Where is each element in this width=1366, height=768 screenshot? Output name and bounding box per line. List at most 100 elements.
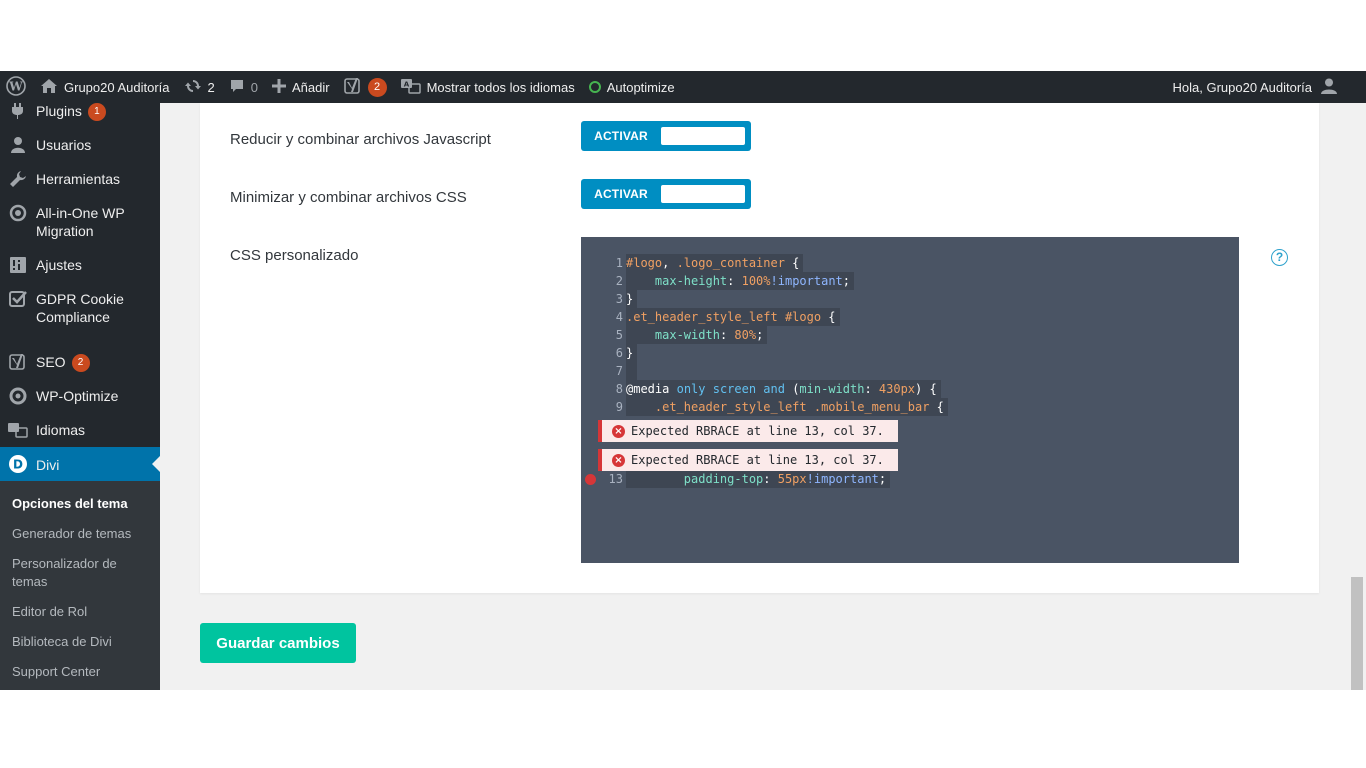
line-number: 3 [615,292,623,306]
menu-item-languages[interactable]: Idiomas [0,420,160,440]
user-avatar-icon [1320,77,1338,98]
users-icon [8,135,28,155]
autoptimize-label: Autoptimize [606,79,675,95]
plugins-count-badge: 1 [87,103,106,122]
languages-label: Mostrar todos los idiomas [426,79,575,95]
menu-label-settings: Ajustes [36,257,82,273]
submenu-theme-options[interactable]: Opciones del tema [0,489,160,519]
checkmark-icon [8,289,28,309]
divi-icon: D [8,454,28,474]
line-number: 8 [615,382,623,396]
settings-icon [8,255,28,275]
js-minify-toggle[interactable]: ACTIVAR [581,121,751,151]
lint-error-tooltip: × Expected RBRACE at line 13, col 37. [598,420,898,442]
error-icon: × [612,424,625,438]
css-toggle-knob [661,185,745,203]
wrench-icon [8,169,28,189]
menu-item-migration[interactable]: All-in-One WP Migration [0,203,160,240]
yoast-count-badge: 2 [367,77,387,97]
menu-label-users: Usuarios [36,137,92,153]
menu-label-gdpr: GDPR Cookie Compliance [36,291,124,325]
scrollbar-thumb[interactable] [1351,577,1363,690]
menu-item-wp-optimize[interactable]: WP-Optimize [0,386,160,406]
submenu-role-editor[interactable]: Editor de Rol [0,597,160,627]
custom-css-editor[interactable]: 1 #logo, .logo_container { 2 max-height: … [581,237,1239,563]
help-icon[interactable]: ? [1271,249,1288,266]
submenu-theme-builder[interactable]: Generador de temas [0,519,160,549]
yoast-link[interactable]: 2 [337,71,394,103]
seo-count-badge: 2 [71,354,90,373]
translate-icon: A [400,78,421,97]
line-number: 4 [615,310,623,324]
menu-item-gdpr[interactable]: GDPR Cookie Compliance [0,289,160,326]
menu-item-divi[interactable]: D Divi [0,447,160,481]
wordpress-icon: W [6,75,26,99]
translate-icon [8,420,28,440]
plugin-icon [8,101,28,121]
page-scrollbar[interactable] [1349,103,1366,690]
add-new-label: Añadir [292,79,330,95]
save-changes-button[interactable]: Guardar cambios [200,623,356,663]
wp-optimize-icon [8,386,28,406]
menu-item-plugins[interactable]: Plugins 1 [0,101,160,122]
admin-sidebar: Plugins 1 Usuarios Herramientas All-in-On… [0,103,160,690]
current-menu-arrow [152,456,160,472]
menu-label-divi: Divi [36,456,60,473]
custom-css-label: CSS personalizado [230,247,359,264]
updates-count: 2 [207,79,215,95]
js-minify-label: Reducir y combinar archivos Javascript [230,131,491,148]
js-toggle-label: ACTIVAR [594,129,648,143]
css-minify-toggle[interactable]: ACTIVAR [581,179,751,209]
menu-item-tools[interactable]: Herramientas [0,169,160,189]
greeting: Hola, Grupo20 Auditoría [1172,79,1312,95]
comments-count: 0 [250,79,258,95]
svg-text:D: D [13,458,23,472]
error-icon: × [612,453,625,467]
updates-icon [184,77,202,98]
add-new-link[interactable]: Añadir [265,71,337,103]
line-number: 2 [615,274,623,288]
css-toggle-label: ACTIVAR [594,187,648,201]
line-number: 7 [615,364,623,378]
wordpress-logo-menu[interactable]: W [0,71,33,103]
line-number: 6 [615,346,623,360]
submenu-theme-customizer[interactable]: Personalizador de temas [0,549,130,597]
line-number: 13 [608,472,623,486]
autoptimize-link[interactable]: Autoptimize [582,71,682,103]
menu-label-languages: Idiomas [36,422,86,438]
plus-icon [272,78,286,96]
gutter-error-marker[interactable] [585,474,596,485]
yoast-icon [343,76,362,99]
svg-text:W: W [8,79,23,93]
divi-submenu: Opciones del tema Generador de temas Per… [0,481,160,690]
site-name: Grupo20 Auditoría [64,79,170,95]
status-ok-icon [588,81,601,93]
svg-text:A: A [403,80,409,88]
admin-frame: W Grupo20 Auditoría 2 0 Añadir 2 A Mostr… [0,71,1366,690]
menu-label-tools: Herramientas [36,171,121,187]
js-toggle-knob [661,127,745,145]
comments-link[interactable]: 0 [222,71,265,103]
admin-bar: W Grupo20 Auditoría 2 0 Añadir 2 A Mostr… [0,71,1366,103]
menu-item-users[interactable]: Usuarios [0,135,160,155]
line-number: 5 [615,328,623,342]
menu-label-migration: All-in-One WP Migration [36,205,125,239]
lint-error-message: Expected RBRACE at line 13, col 37. [631,453,884,467]
submenu-divi-library[interactable]: Biblioteca de Divi [0,627,160,657]
menu-item-settings[interactable]: Ajustes [0,255,160,275]
comment-icon [229,78,245,97]
updates-link[interactable]: 2 [177,71,222,103]
my-account-link[interactable]: Hola, Grupo20 Auditoría [1166,71,1366,103]
languages-link[interactable]: A Mostrar todos los idiomas [394,71,582,103]
menu-label-wp-optimize: WP-Optimize [36,388,119,404]
menu-label-seo: SEO [36,354,66,370]
settings-panel: Reducir y combinar archivos Javascript A… [200,103,1319,593]
home-icon [40,77,58,98]
lint-error-message: Expected RBRACE at line 13, col 37. [631,424,884,438]
lint-error-tooltip: × Expected RBRACE at line 13, col 37. [598,449,898,471]
menu-item-seo[interactable]: SEO 2 [0,352,160,373]
css-minify-label: Minimizar y combinar archivos CSS [230,189,467,206]
submenu-support-center[interactable]: Support Center [0,657,160,687]
site-name-link[interactable]: Grupo20 Auditoría [33,71,177,103]
line-number: 1 [615,256,623,270]
